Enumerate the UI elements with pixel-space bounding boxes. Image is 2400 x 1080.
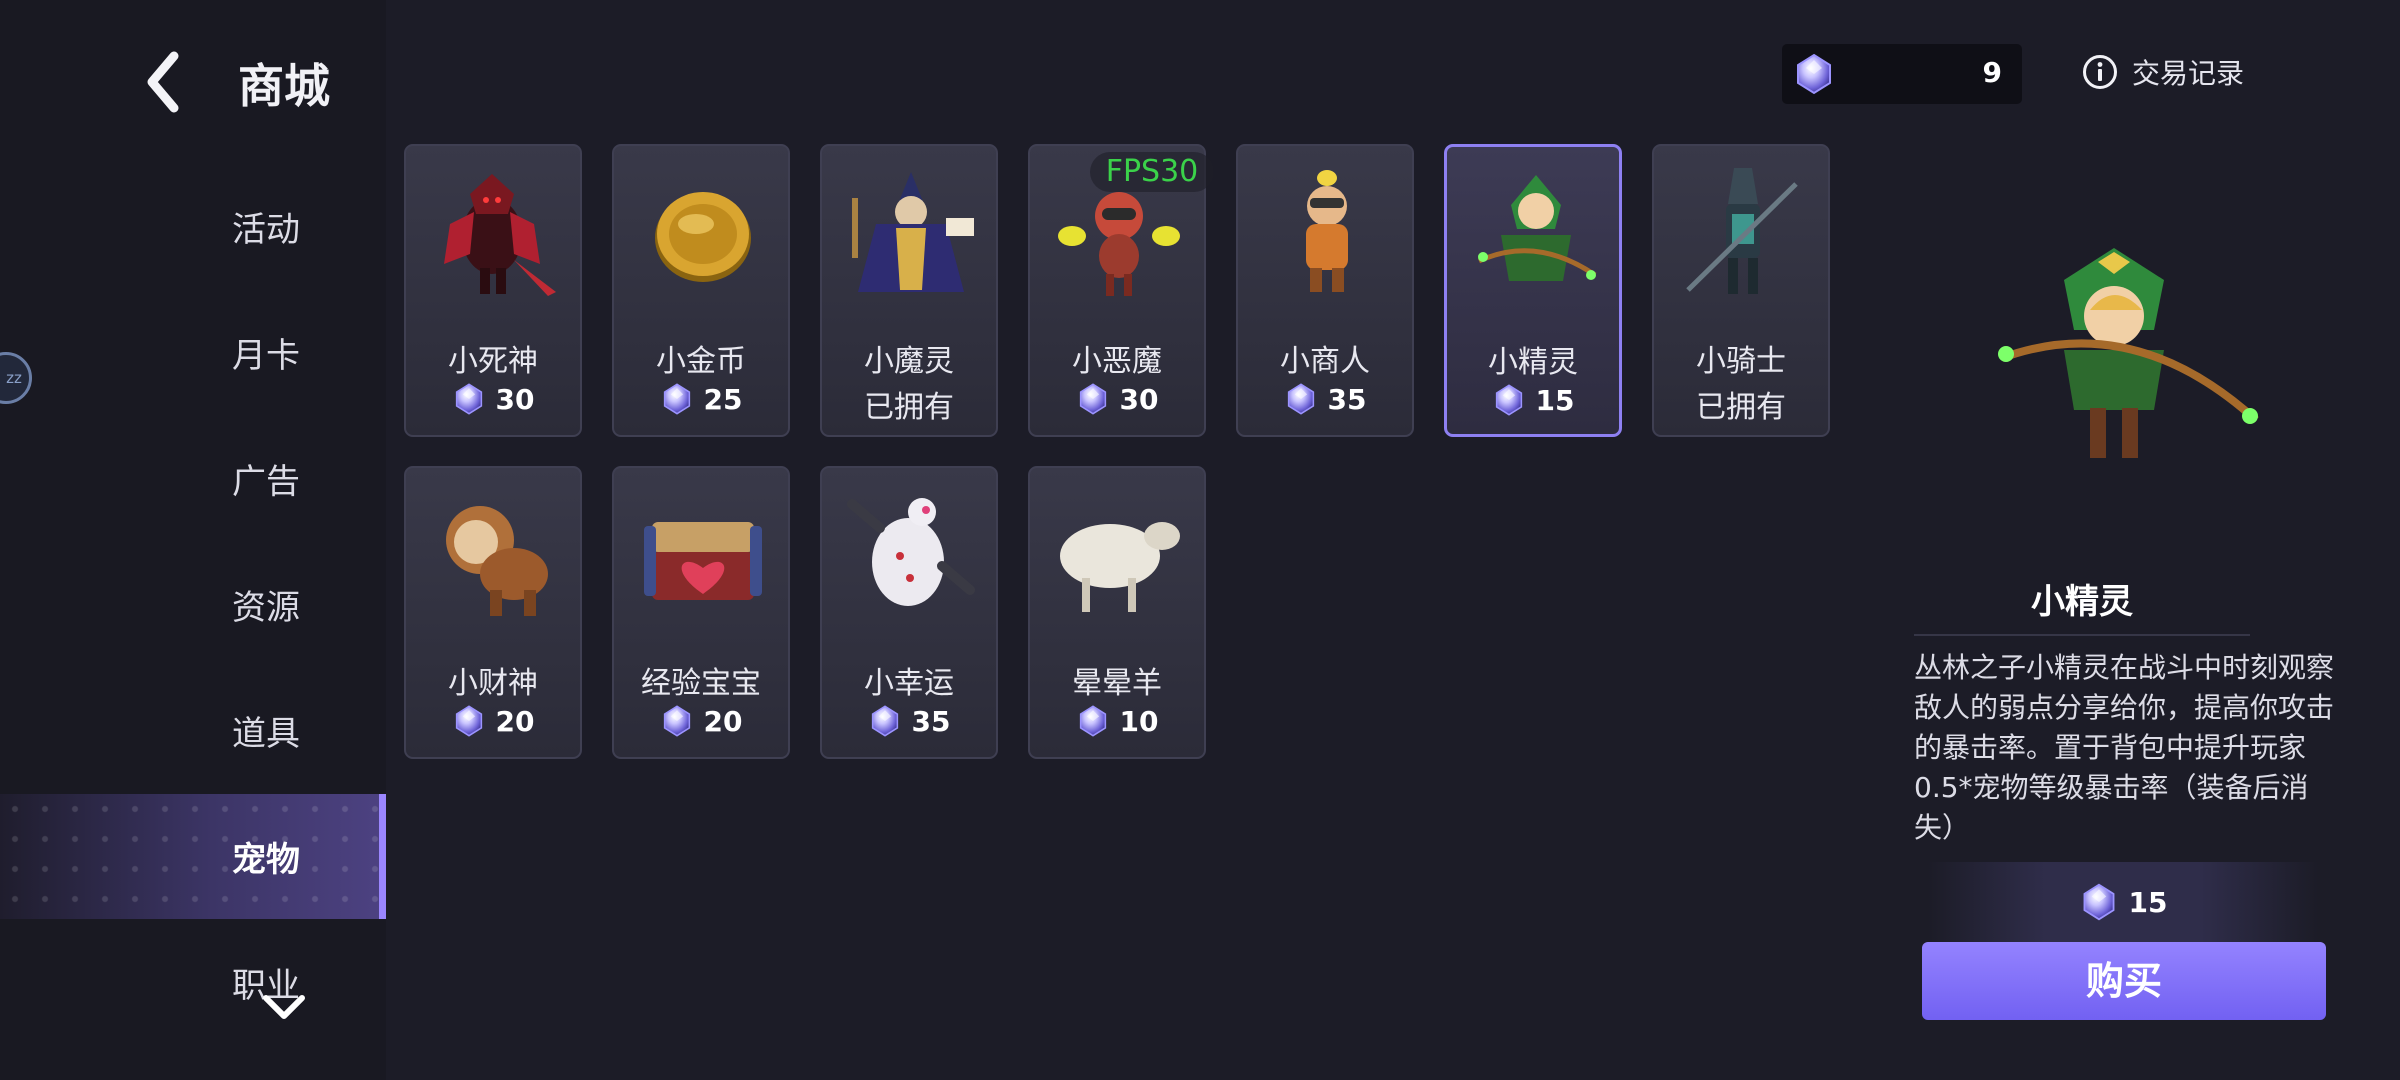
page-title: 商城 (238, 59, 330, 113)
pet-lucky-image (847, 498, 975, 606)
pet-card[interactable]: 小死神 30 (404, 144, 582, 437)
sidebar-item-label: 宠物 (232, 840, 300, 880)
pet-name: 小死神 (448, 344, 538, 379)
history-label: 交易记录 (2132, 57, 2245, 90)
gem-icon (1079, 383, 1106, 415)
pet-name: 小财神 (448, 666, 538, 701)
pet-card[interactable]: 晕晕羊 10 (1028, 466, 1206, 759)
pet-name: 小商人 (1280, 344, 1370, 379)
gem-icon (663, 383, 690, 415)
pet-price: 35 (822, 704, 996, 738)
pet-card[interactable]: 小商人 35 (1236, 144, 1414, 437)
pet-name: 晕晕羊 (1072, 666, 1162, 701)
pet-card[interactable]: 小幸运 35 (820, 466, 998, 759)
pet-card-selected[interactable]: 小精灵 15 (1444, 144, 1622, 437)
sidebar-item-label: 广告 (232, 462, 300, 502)
info-icon (2083, 55, 2117, 89)
pet-price: 30 (406, 382, 580, 416)
pet-name: 小恶魔 (1072, 344, 1162, 379)
pet-name: 小幸运 (864, 666, 954, 701)
pet-card[interactable]: 小金币 25 (612, 144, 790, 437)
pet-card[interactable]: 经验宝宝 20 (612, 466, 790, 759)
selected-pet-price: 15 (1928, 862, 2318, 942)
pet-name: 小骑士 (1696, 344, 1786, 379)
gem-icon (1079, 705, 1106, 737)
sidebar-item-label: 资源 (232, 588, 300, 628)
chevron-left-icon (147, 51, 179, 113)
pet-name: 小魔灵 (864, 344, 954, 379)
sidebar-item-label: 活动 (232, 210, 300, 250)
sidebar-item-class[interactable]: 职业 (0, 920, 386, 1045)
sidebar-item-pets[interactable]: 宠物 (0, 794, 386, 919)
gem-icon (1495, 384, 1522, 416)
pet-price: 20 (614, 704, 788, 738)
pet-name: 小金币 (656, 344, 746, 379)
pet-knight-image (1686, 168, 1798, 294)
transaction-history-button[interactable]: 交易记录 (2082, 50, 2244, 94)
pet-price: 10 (1030, 704, 1204, 738)
category-sidebar: 商城 活动 月卡 广告 资源 道具 宠物 职业 (0, 0, 386, 1080)
gem-icon (455, 383, 482, 415)
gem-icon (2083, 883, 2114, 921)
pet-name: 小精灵 (1488, 345, 1578, 380)
back-button[interactable] (140, 50, 190, 115)
pet-dizzy-sheep-image (1060, 522, 1180, 612)
divider (1914, 634, 2250, 636)
pet-wizard-image (852, 172, 974, 292)
sidebar-item-monthly-card[interactable]: 月卡 (0, 290, 386, 415)
pet-price: 25 (614, 382, 788, 416)
fps-overlay: FPS30 (1090, 152, 1214, 192)
chevron-down-icon[interactable] (262, 992, 306, 1022)
selected-pet-preview-image (1998, 248, 2259, 458)
pet-price: 20 (406, 704, 580, 738)
gem-balance: 9 (1782, 44, 2022, 104)
pet-card[interactable]: 小骑士 已拥有 (1652, 144, 1830, 437)
owned-label: 已拥有 (864, 390, 954, 425)
gem-icon (1797, 53, 1831, 95)
gem-icon (455, 705, 482, 737)
sidebar-item-label: 道具 (232, 714, 300, 754)
pet-exp-chest-image (644, 522, 762, 600)
buy-button[interactable]: 购买 (1922, 942, 2326, 1020)
sidebar-item-ads[interactable]: 广告 (0, 416, 386, 541)
pet-merchant-image (1306, 170, 1348, 292)
pet-price: 35 (1238, 382, 1412, 416)
pet-price: 15 (1447, 383, 1619, 417)
gem-icon (871, 705, 898, 737)
pet-name: 经验宝宝 (641, 666, 761, 701)
sidebar-item-activity[interactable]: 活动 (0, 164, 386, 289)
gem-count: 9 (1982, 56, 2002, 89)
pet-reaper-image (444, 174, 556, 296)
selected-pet-description: 丛林之子小精灵在战斗中时刻观察敌人的弱点分享给你，提高你攻击的暴击率。置于背包中… (1914, 651, 2335, 844)
pet-gold-coin-image (655, 192, 751, 282)
pet-elf-image (1477, 175, 1597, 281)
gem-icon (663, 705, 690, 737)
pet-price: 30 (1030, 382, 1204, 416)
owned-label: 已拥有 (1696, 390, 1786, 425)
sidebar-item-items[interactable]: 道具 (0, 668, 386, 793)
pet-card[interactable]: 小财神 20 (404, 466, 582, 759)
pet-fortune-lion-image (446, 506, 548, 616)
selected-pet-name: 小精灵 (2031, 582, 2133, 622)
sidebar-item-label: 月卡 (232, 336, 300, 376)
sidebar-item-resources[interactable]: 资源 (0, 542, 386, 667)
pet-card[interactable]: 小魔灵 已拥有 (820, 144, 998, 437)
gem-icon (1287, 383, 1314, 415)
